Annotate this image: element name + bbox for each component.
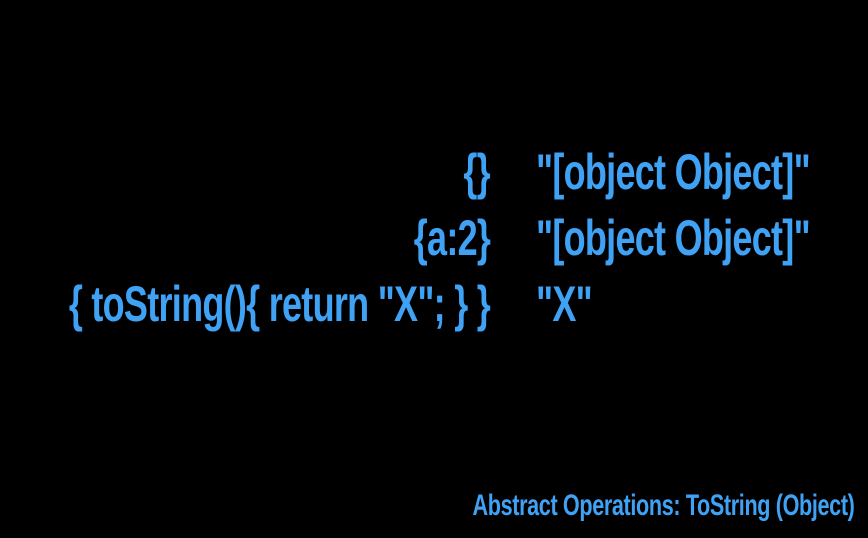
example-row: {} "[object Object]": [0, 140, 868, 204]
example-row: { toString(){ return "X"; } } "X": [0, 272, 868, 336]
object-literal: { toString(){ return "X"; } }: [68, 276, 491, 332]
object-literal: {a:2}: [413, 210, 491, 266]
object-literal: {}: [463, 144, 490, 200]
slide-title: Abstract Operations: ToString (Object): [472, 489, 854, 522]
tostring-result: "[object Object]": [536, 210, 811, 266]
tostring-result: "X": [536, 276, 593, 332]
example-row: {a:2} "[object Object]": [0, 206, 868, 270]
tostring-result: "[object Object]": [536, 144, 811, 200]
